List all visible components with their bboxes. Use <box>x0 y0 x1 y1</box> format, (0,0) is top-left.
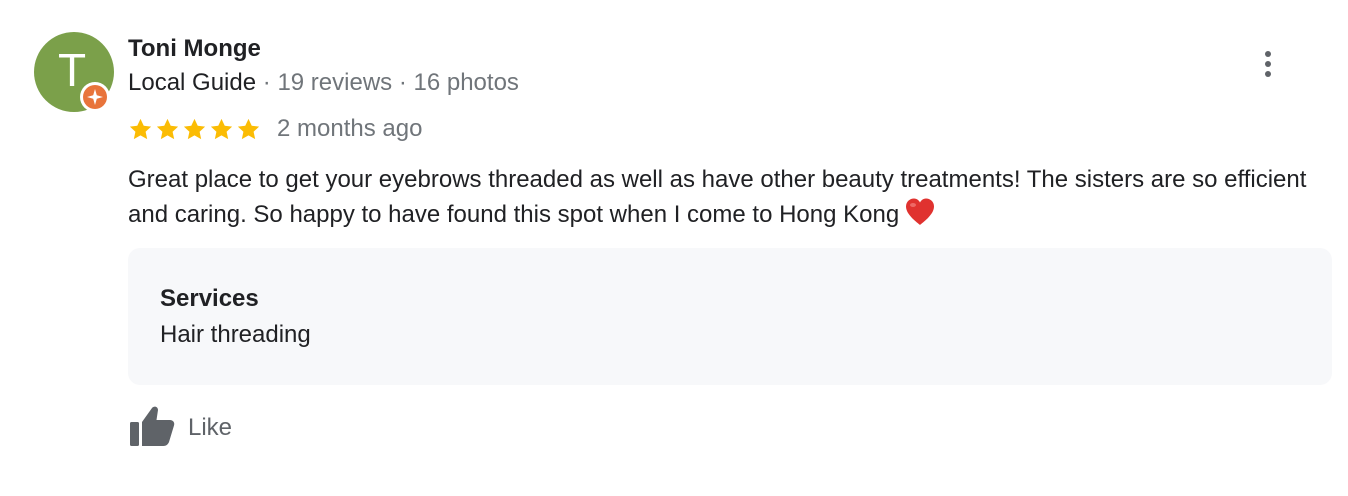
local-guide-badge-icon <box>80 82 110 112</box>
like-label: Like <box>188 414 233 441</box>
star-icon <box>209 117 234 142</box>
services-card: Services Hair threading <box>128 248 1332 385</box>
star-rating <box>128 117 261 142</box>
local-guide-label: Local Guide <box>128 69 257 96</box>
photos-count: 16 photos <box>413 69 519 96</box>
meta-separator: · <box>262 69 271 96</box>
review-text: Great place to get your eyebrows threade… <box>128 162 1328 236</box>
services-value: Hair threading <box>160 321 311 348</box>
review-card: T Toni Monge Local Guide · 19 reviews · … <box>0 0 1348 496</box>
star-icon <box>155 117 180 142</box>
review-body: Great place to get your eyebrows threade… <box>128 166 1307 228</box>
author-meta: Local Guide · 19 reviews · 16 photos <box>128 68 519 98</box>
review-date: 2 months ago <box>277 115 423 142</box>
reviews-count: 19 reviews <box>277 69 393 96</box>
red-heart-icon <box>905 198 935 236</box>
thumbs-up-icon <box>128 404 176 453</box>
star-icon <box>182 117 207 142</box>
like-button[interactable]: Like <box>128 406 232 450</box>
rating-row: 2 months ago <box>128 114 422 144</box>
more-vertical-icon <box>1265 51 1271 77</box>
more-options-button[interactable] <box>1250 44 1286 84</box>
meta-separator: · <box>398 69 407 96</box>
services-title: Services <box>160 285 259 312</box>
star-icon <box>128 117 153 142</box>
author-name[interactable]: Toni Monge <box>128 34 261 64</box>
star-icon <box>236 117 261 142</box>
